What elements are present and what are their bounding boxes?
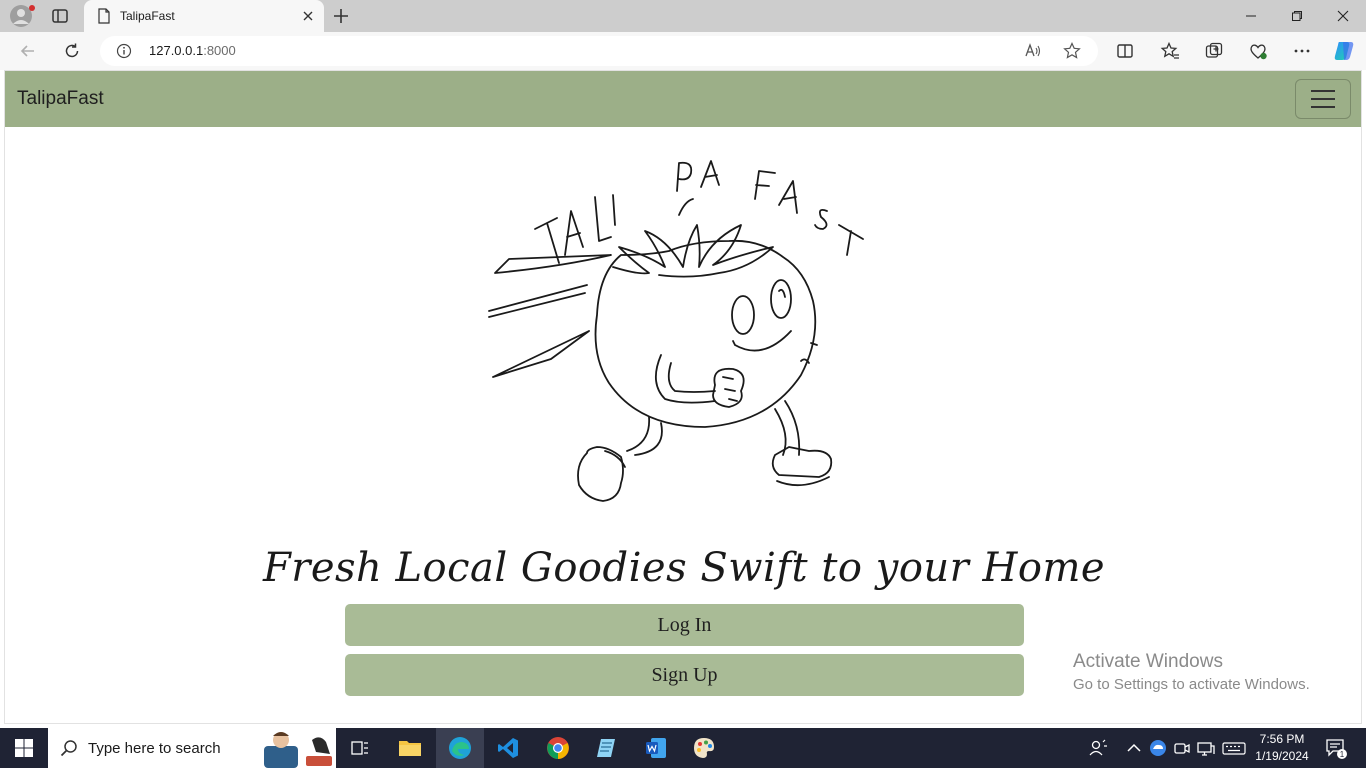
network-icon[interactable] (1196, 738, 1216, 758)
close-icon (1337, 10, 1349, 22)
watermark-title: Activate Windows (1073, 651, 1223, 672)
edge-icon (449, 737, 471, 759)
restore-button[interactable] (1274, 0, 1320, 32)
system-clock[interactable]: 7:56 PM 1/19/2024 (1252, 731, 1312, 765)
task-view-button[interactable] (336, 728, 384, 768)
windows-logo-icon (15, 739, 33, 757)
meet-now-icon[interactable] (1172, 738, 1192, 758)
minimize-icon (1246, 15, 1256, 17)
navbar-brand[interactable]: TalipaFast (17, 88, 104, 110)
browser-essentials-icon[interactable] (1248, 41, 1268, 61)
favorites-icon[interactable] (1160, 41, 1180, 61)
notepad-icon (597, 739, 615, 757)
collections-icon[interactable] (1204, 41, 1224, 61)
tab-title: TalipaFast (120, 9, 175, 23)
clock-time: 7:56 PM (1259, 732, 1305, 746)
notification-count: 1 (1340, 750, 1345, 759)
folder-icon (399, 741, 421, 756)
search-highlight-illustration (264, 732, 332, 768)
activate-windows-watermark: Activate Windows Go to Settings to activ… (1073, 651, 1310, 693)
people-icon[interactable] (1088, 738, 1108, 758)
close-window-button[interactable] (1320, 0, 1366, 32)
refresh-icon[interactable] (62, 41, 82, 61)
notification-dot (29, 5, 35, 11)
search-placeholder: Type here to search (88, 740, 221, 757)
keyboard-icon[interactable] (1222, 738, 1246, 758)
vscode-icon (498, 738, 518, 758)
browser-tabstrip: TalipaFast (0, 0, 1366, 32)
file-explorer-button[interactable] (386, 728, 434, 768)
search-icon (60, 740, 77, 757)
read-aloud-icon[interactable] (1024, 42, 1042, 60)
clock-date: 1/19/2024 (1255, 749, 1309, 763)
copilot-icon[interactable] (1332, 39, 1356, 63)
talipafast-mascot-logo (488, 160, 864, 502)
more-options-icon[interactable] (1292, 41, 1312, 61)
word-icon (646, 738, 666, 758)
split-screen-icon[interactable] (1115, 41, 1135, 61)
chrome-button[interactable] (534, 728, 582, 768)
start-button[interactable] (0, 728, 48, 768)
taskbar-search-box[interactable]: Type here to search (48, 728, 336, 768)
hero-title: Fresh Local Goodies Swift to your Home (262, 545, 1106, 591)
vscode-button[interactable] (484, 728, 532, 768)
browser-toolbar: 127.0.0.1:8000 (0, 32, 1366, 70)
url-port: :8000 (203, 43, 236, 58)
navbar: TalipaFast (5, 71, 1361, 127)
url-host: 127.0.0.1 (149, 43, 204, 58)
signup-button[interactable]: Sign Up (345, 654, 1024, 696)
restore-icon (1292, 11, 1302, 21)
page-icon (98, 8, 110, 24)
web-page: TalipaFast Fresh Local Goodies Swift to … (4, 70, 1362, 724)
paint-button[interactable] (680, 728, 728, 768)
edge-browser-button[interactable] (436, 728, 484, 768)
notification-center-icon[interactable]: 1 (1324, 736, 1348, 760)
login-button[interactable]: Log In (345, 604, 1024, 646)
close-tab-icon[interactable] (300, 8, 316, 24)
onedrive-sync-icon[interactable] (1148, 738, 1168, 758)
notepad-app-button[interactable] (582, 728, 630, 768)
chrome-icon (547, 737, 569, 759)
navbar-toggler-button[interactable] (1295, 79, 1351, 119)
new-tab-icon[interactable] (331, 6, 351, 26)
favorite-star-icon[interactable] (1063, 42, 1081, 60)
paint-palette-icon (694, 738, 714, 758)
back-arrow-icon[interactable] (18, 41, 38, 61)
windows-taskbar: Type here to search 7:56 PM 1/19/2024 1 (0, 728, 1366, 768)
address-bar[interactable]: 127.0.0.1:8000 (100, 36, 1098, 66)
url-text: 127.0.0.1:8000 (149, 43, 236, 58)
minimize-button[interactable] (1228, 0, 1274, 32)
task-view-icon (351, 741, 368, 755)
chevron-up-icon[interactable] (1124, 738, 1144, 758)
hamburger-icon (1311, 90, 1335, 108)
tab-talipafast[interactable]: TalipaFast (84, 0, 324, 32)
info-icon[interactable] (116, 43, 132, 59)
word-button[interactable] (632, 728, 680, 768)
tab-actions-icon[interactable] (50, 6, 70, 26)
watermark-subtitle: Go to Settings to activate Windows. (1073, 676, 1310, 693)
